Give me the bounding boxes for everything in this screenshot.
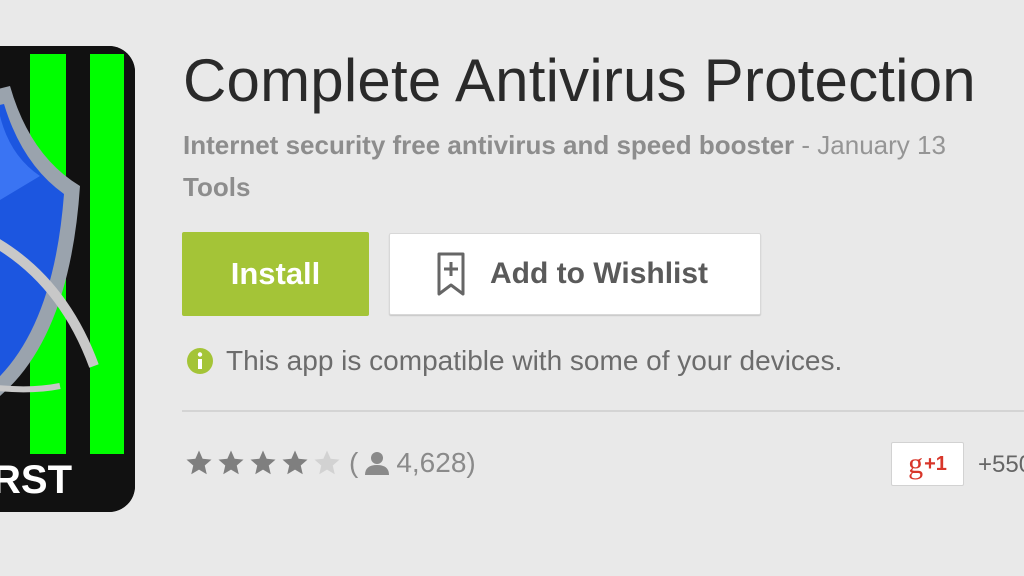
app-details-page: RST Complete Antivirus Protection Intern… bbox=[0, 0, 1024, 576]
star-icon bbox=[250, 450, 276, 475]
star-rating bbox=[183, 448, 343, 478]
google-plus-one-button[interactable]: g +1 bbox=[891, 442, 964, 486]
star-icon bbox=[282, 450, 308, 475]
bookmark-add-icon bbox=[437, 252, 465, 296]
person-icon bbox=[365, 452, 390, 475]
developer-line: Internet security free antivirus and spe… bbox=[183, 130, 946, 161]
release-date: January 13 bbox=[817, 130, 946, 160]
separator: - bbox=[794, 130, 818, 160]
rating-row: ( 4,628 ) bbox=[183, 447, 476, 479]
open-paren: ( bbox=[349, 447, 359, 478]
info-icon bbox=[187, 348, 213, 374]
wishlist-label: Add to Wishlist bbox=[490, 257, 709, 290]
developer-link[interactable]: Internet security free antivirus and spe… bbox=[183, 130, 794, 160]
close-paren: ) bbox=[466, 447, 476, 478]
add-to-wishlist-button[interactable]: Add to Wishlist bbox=[389, 233, 761, 315]
app-icon: RST bbox=[0, 46, 135, 512]
star-icon bbox=[186, 450, 212, 475]
plus-one-label: +1 bbox=[924, 452, 947, 475]
rating-count: 4,628 bbox=[396, 447, 467, 478]
star-empty-icon bbox=[314, 450, 340, 475]
install-button[interactable]: Install bbox=[182, 232, 369, 316]
compatibility-notice: This app is compatible with some of your… bbox=[186, 345, 842, 377]
star-icon bbox=[218, 450, 244, 475]
app-title: Complete Antivirus Protection bbox=[183, 47, 976, 114]
divider bbox=[182, 410, 1024, 412]
compatibility-text: This app is compatible with some of your… bbox=[226, 345, 843, 376]
g-letter: g bbox=[908, 447, 924, 480]
plus-one-count: +550 bbox=[978, 451, 1024, 478]
category-link[interactable]: Tools bbox=[183, 172, 250, 203]
app-icon-text: RST bbox=[0, 458, 72, 502]
